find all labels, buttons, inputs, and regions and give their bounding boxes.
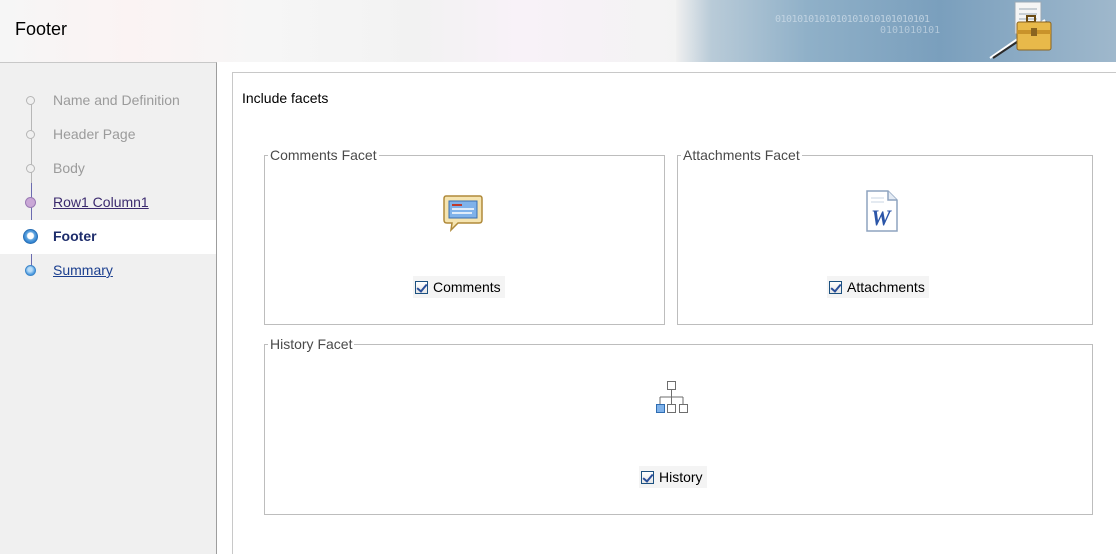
comments-facet-group: Comments Facet Comments bbox=[264, 147, 665, 325]
facet-legend: Comments Facet bbox=[268, 147, 379, 163]
train-step-body: Body bbox=[0, 152, 216, 186]
briefcase-document-icon bbox=[989, 1, 1052, 59]
hierarchy-icon bbox=[656, 381, 688, 413]
section-heading: Include facets bbox=[242, 90, 329, 106]
history-checkbox[interactable]: History bbox=[639, 466, 707, 488]
train-step-header-page: Header Page bbox=[0, 118, 216, 152]
train-step-link[interactable]: Row1 Column1 bbox=[53, 194, 149, 210]
attachments-checkbox[interactable]: Attachments bbox=[827, 276, 929, 298]
svg-text:W: W bbox=[871, 205, 892, 230]
word-document-icon: W bbox=[866, 190, 898, 232]
checkbox-label: Attachments bbox=[847, 279, 925, 295]
train-stop-icon bbox=[26, 164, 35, 173]
train-stop-icon bbox=[26, 130, 35, 139]
checkbox-label: Comments bbox=[433, 279, 501, 295]
train-step-label: Body bbox=[53, 160, 85, 176]
page-title: Footer bbox=[15, 19, 68, 39]
comment-bubble-icon bbox=[443, 195, 483, 233]
header-binary-pattern-2: 0101010101 bbox=[880, 25, 941, 36]
train-step-link[interactable]: Summary bbox=[53, 262, 113, 278]
facet-legend: History Facet bbox=[268, 336, 355, 352]
checkbox-checked-icon[interactable] bbox=[829, 280, 842, 294]
train-step-name-and-definition: Name and Definition bbox=[0, 84, 216, 118]
train-stop-icon bbox=[26, 96, 35, 105]
comments-checkbox[interactable]: Comments bbox=[413, 276, 505, 298]
train-step-label: Name and Definition bbox=[53, 92, 180, 108]
page-header: 0101010101010101010101010101 0101010101 … bbox=[0, 0, 1116, 62]
header-binary-pattern: 0101010101010101010101010101 bbox=[775, 14, 930, 25]
checkbox-label: History bbox=[659, 469, 703, 485]
checkbox-checked-icon[interactable] bbox=[415, 280, 428, 294]
checkbox-checked-icon[interactable] bbox=[641, 470, 654, 484]
train-stop-icon bbox=[25, 265, 36, 276]
header-band bbox=[0, 0, 680, 62]
history-facet-group: History Facet History bbox=[264, 336, 1093, 515]
train-stop-icon bbox=[25, 197, 36, 208]
facet-legend: Attachments Facet bbox=[681, 147, 802, 163]
train-navigation: Name and Definition Header Page Body Row… bbox=[0, 62, 217, 554]
attachments-facet-group: Attachments Facet W Attachments bbox=[677, 147, 1093, 325]
train-step-row1-column1[interactable]: Row1 Column1 bbox=[0, 186, 216, 220]
train-current-stop-icon bbox=[23, 229, 38, 244]
content-panel: Include facets Comments Facet Comments A… bbox=[232, 72, 1116, 554]
train-step-label: Footer bbox=[53, 228, 97, 244]
train-step-label: Header Page bbox=[53, 126, 136, 142]
train-step-footer: Footer bbox=[0, 220, 216, 254]
train-step-summary[interactable]: Summary bbox=[0, 254, 216, 288]
